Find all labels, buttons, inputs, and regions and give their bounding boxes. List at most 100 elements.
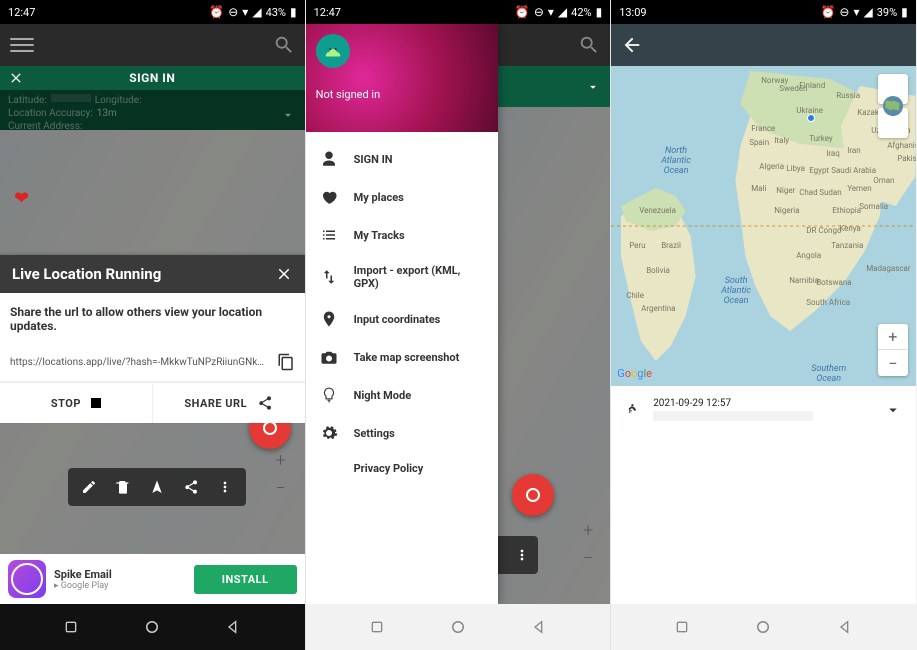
signin-bar[interactable]: SIGN IN [0,66,305,90]
drawer-item-import-export[interactable]: Import - export (KML, GPX) [306,254,498,300]
back-arrow-icon[interactable] [621,34,643,56]
sheet-desc: Share the url to allow others view your … [0,293,305,345]
battery-icon: ▮ [901,6,908,18]
track-entry[interactable]: 2021-09-29 12:57 [611,386,916,433]
sheet-title: Live Location Running [12,265,161,283]
wifi-icon: ▾ [242,6,248,18]
status-bar: 13:09 ⏰ ⊖ ▾ ◢ 39% ▮ [611,0,916,24]
drawer-item-night-mode[interactable]: Night Mode [306,376,498,414]
more-button[interactable] [208,470,242,504]
ad-app-icon [8,560,46,598]
battery-icon: ▮ [290,6,297,18]
track-location-redacted [653,411,813,421]
import-export-icon [320,268,338,286]
nav-bar [306,604,611,650]
drawer-item-settings[interactable]: Settings [306,414,498,452]
clock: 13:09 [619,6,646,19]
layers-button[interactable] [878,108,908,138]
dnd-icon: ⊖ [228,6,238,18]
app-bar [0,24,305,66]
signal-icon: ◢ [252,6,261,18]
zoom-out-button[interactable]: − [878,350,908,376]
share-url-button[interactable]: SHARE URL [153,383,305,423]
drawer-item-signin[interactable]: SIGN IN [306,140,498,178]
location-icon [320,310,338,328]
ocean-label: Southern Ocean [811,364,846,384]
navigation-drawer: Not signed in SIGN IN My places My Track… [306,24,498,604]
drawer-item-screenshot[interactable]: Take map screenshot [306,338,498,376]
drawer-item-privacy[interactable]: Privacy Policy [306,452,498,485]
pane-live-location: 12:47 ⏰ ⊖ ▾ ◢ 43% ▮ SIGN IN Latitude:Lon… [0,0,306,650]
zoom-in-button[interactable]: + [267,446,295,474]
zoom-out-button[interactable]: − [574,544,602,572]
live-location-sheet: Live Location Running Share the url to a… [0,255,305,423]
signal-icon: ◢ [864,6,873,18]
zoom-in-button[interactable]: + [878,324,908,350]
home-button[interactable] [142,617,162,637]
walk-icon [625,400,641,420]
dnd-icon: ⊖ [534,6,544,18]
ad-banner[interactable]: Spike Email ▸ Google Play INSTALL [0,554,305,604]
nav-bar [0,604,305,650]
signal-icon: ◢ [558,6,567,18]
share-url: https://locations.app/live/?hash=-MkkwTu… [10,357,269,368]
drawer-item-my-tracks[interactable]: My Tracks [306,216,498,254]
delete-button[interactable] [106,470,140,504]
battery-text: 43% [266,6,286,19]
close-icon[interactable] [275,265,293,283]
chevron-down-icon[interactable] [586,80,600,94]
share-icon [257,395,273,411]
ad-title: Spike Email [54,568,186,581]
battery-text: 39% [877,6,897,19]
home-button[interactable] [448,617,468,637]
alarm-icon: ⏰ [515,6,530,18]
zoom-out-button[interactable]: − [267,474,295,502]
world-map[interactable]: North Atlantic Ocean South Atlantic Ocea… [611,66,916,386]
drawer-item-input-coords[interactable]: Input coordinates [306,300,498,338]
nav-bar [611,604,916,650]
zoom-in-button[interactable]: + [574,516,602,544]
ocean-label: South Atlantic Ocean [721,276,751,306]
stop-button[interactable]: STOP [0,383,153,423]
status-bar: 12:47 ⏰ ⊖ ▾ ◢ 42% ▮ [306,0,611,24]
heart-icon: ❤ [14,188,29,209]
track-timestamp: 2021-09-29 12:57 [653,398,872,409]
back-button[interactable] [835,617,855,637]
search-icon[interactable] [578,34,600,56]
navigate-button[interactable] [140,470,174,504]
pane-drawer: 12:47 ⏰ ⊖ ▾ ◢ 42% ▮ Nachtwinkel Kapitein… [306,0,612,650]
edit-button[interactable] [72,470,106,504]
home-button[interactable] [753,617,773,637]
back-button[interactable] [529,617,549,637]
google-attribution: Google [617,367,652,380]
battery-text: 42% [571,6,591,19]
alarm-icon: ⏰ [209,6,224,18]
list-icon [320,226,338,244]
map-view[interactable]: Nachtwinkel Kapitein Zee-Eend + − [498,107,611,604]
search-icon[interactable] [273,34,295,56]
back-button[interactable] [223,617,243,637]
install-button[interactable]: INSTALL [194,565,297,594]
locate-me-button[interactable] [512,474,554,516]
close-icon[interactable] [8,70,24,86]
copy-icon[interactable] [277,353,295,371]
ad-subtitle: ▸ Google Play [54,581,186,591]
more-button[interactable] [498,536,538,574]
alarm-icon: ⏰ [820,6,835,18]
recent-apps-button[interactable] [672,617,692,637]
drawer-account-status: Not signed in [316,88,488,101]
chevron-down-icon[interactable] [884,401,902,419]
app-bar [611,24,916,66]
recent-apps-button[interactable] [61,617,81,637]
menu-button[interactable] [10,33,34,57]
recent-apps-button[interactable] [367,617,387,637]
gear-icon [320,424,338,442]
map-sliver: Nachtwinkel Kapitein Zee-Eend + − [498,24,611,604]
wifi-icon: ▾ [853,6,859,18]
share-button[interactable] [174,470,208,504]
clock: 12:47 [314,6,341,19]
drawer-item-my-places[interactable]: My places [306,178,498,216]
status-bar: 12:47 ⏰ ⊖ ▾ ◢ 43% ▮ [0,0,305,24]
chevron-down-icon[interactable] [281,108,295,122]
heart-icon [320,188,338,206]
